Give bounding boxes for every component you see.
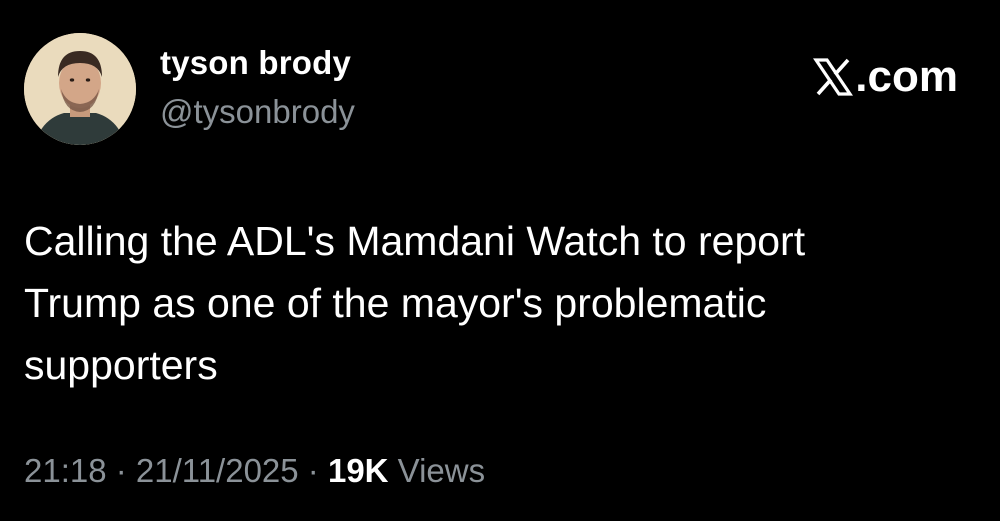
views-count[interactable]: 19K (328, 452, 389, 489)
views-label: Views (388, 452, 486, 489)
brand-logo: .com (813, 52, 958, 102)
avatar[interactable] (24, 33, 136, 145)
tweet-meta: 21:18 · 21/11/2025 · 19K Views (24, 452, 485, 490)
author-display-name[interactable]: tyson brody (160, 44, 351, 82)
avatar-photo (24, 33, 136, 145)
brand-domain: .com (855, 52, 958, 101)
x-logo-icon (813, 58, 854, 96)
tweet-time[interactable]: 21:18 (24, 452, 107, 489)
tweet-date[interactable]: 21/11/2025 (136, 452, 299, 489)
author-handle[interactable]: @tysonbrody (160, 93, 355, 131)
tweet-text: Calling the ADL's Mamdani Watch to repor… (24, 218, 806, 388)
meta-separator: · (106, 452, 136, 489)
meta-separator: · (298, 452, 328, 489)
